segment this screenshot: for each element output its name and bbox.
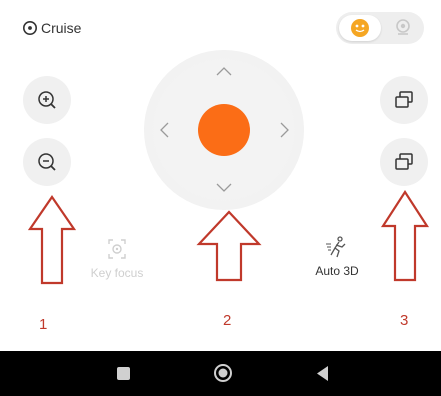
zoom-out-icon — [38, 153, 56, 171]
back-triangle-icon[interactable] — [315, 365, 330, 382]
annotation-label-3: 3 — [400, 312, 409, 329]
square-icon[interactable] — [116, 366, 131, 381]
cruise-label: Cruise — [41, 20, 82, 36]
key-focus-label: Key focus — [90, 266, 144, 280]
layers-icon — [395, 153, 413, 170]
circle-icon[interactable] — [213, 363, 233, 383]
arrow-down-icon[interactable] — [216, 183, 232, 193]
zoom-in-button[interactable] — [23, 76, 71, 124]
auto-3d-label: Auto 3D — [315, 264, 359, 278]
zoom-out-button[interactable] — [23, 138, 71, 186]
arrow-left-icon[interactable] — [159, 122, 169, 138]
dpad-center-button[interactable] — [198, 104, 250, 156]
focus-target-icon — [108, 239, 126, 259]
arrow-right-icon[interactable] — [280, 122, 290, 138]
key-focus-button[interactable]: Key focus — [82, 238, 152, 280]
annotation-label-1: 1 — [39, 316, 48, 333]
running-figure-icon — [326, 236, 346, 258]
cruise-icon — [23, 21, 37, 35]
annotation-arrow-1 — [27, 195, 77, 285]
zoom-in-icon — [38, 91, 56, 109]
robot-icon — [395, 19, 410, 35]
toggle-option-other[interactable] — [384, 15, 421, 41]
direction-pad[interactable] — [144, 50, 304, 210]
arrow-up-icon[interactable] — [216, 66, 232, 76]
cruise-header[interactable]: Cruise — [22, 18, 81, 38]
mode-toggle[interactable] — [336, 12, 424, 44]
toggle-option-selected[interactable] — [339, 15, 381, 41]
auto-3d-button[interactable]: Auto 3D — [302, 236, 372, 278]
annotation-label-2: 2 — [223, 312, 232, 329]
emoji-face-icon — [351, 19, 369, 37]
annotation-arrow-3 — [380, 190, 430, 282]
annotation-arrow-2 — [196, 210, 262, 282]
layer-button-2[interactable] — [380, 138, 428, 186]
layer-button-1[interactable] — [380, 76, 428, 124]
navigation-bar — [0, 351, 441, 396]
layers-icon — [395, 91, 413, 108]
